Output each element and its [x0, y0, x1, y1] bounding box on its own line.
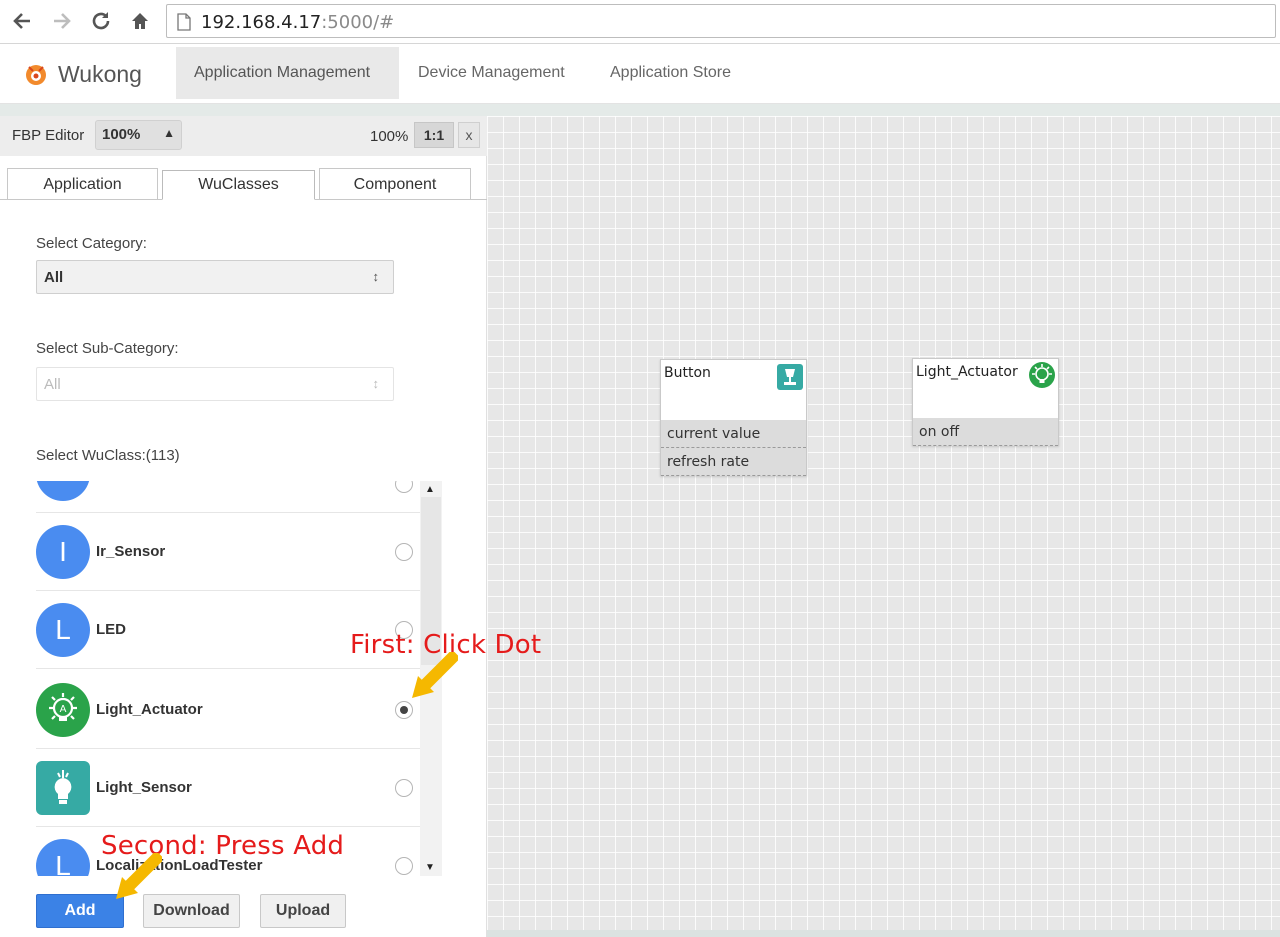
- tab-component[interactable]: Component: [319, 168, 471, 200]
- wuclass-name: Ir_Sensor: [96, 543, 166, 560]
- tab-application[interactable]: Application: [7, 168, 158, 200]
- wukong-logo-icon: [26, 65, 46, 85]
- letter-circle-icon: I: [36, 525, 90, 579]
- wuclass-radio[interactable]: [395, 779, 413, 797]
- zoom-select[interactable]: 100% ▲: [95, 120, 182, 150]
- fbp-canvas[interactable]: Button current value refresh rate Light_…: [487, 116, 1280, 930]
- nav-device-management[interactable]: Device Management: [400, 47, 583, 99]
- address-bar[interactable]: 192.168.4.17:5000/#: [166, 4, 1276, 38]
- wuclass-panel: Application WuClasses Component Select C…: [0, 156, 487, 937]
- home-icon: [132, 13, 148, 29]
- light-sensor-icon: [36, 761, 90, 815]
- node-title: Light_Actuator: [916, 364, 1018, 380]
- subcategory-select[interactable]: All ↕: [36, 367, 394, 401]
- node-property: refresh rate: [661, 448, 806, 476]
- wuclass-list: I Ir_Sensor L LED A Light_Actuator Light…: [36, 481, 420, 876]
- node-property: on off: [913, 418, 1058, 446]
- subcategory-label: Select Sub-Category:: [36, 340, 179, 357]
- subcategory-value: All: [44, 376, 61, 393]
- fbp-editor-label: FBP Editor: [12, 127, 85, 144]
- forward-button[interactable]: [48, 6, 76, 36]
- tab-wuclasses[interactable]: WuClasses: [162, 170, 315, 200]
- node-title: Button: [664, 365, 711, 381]
- app-navbar: Wukong Application Management Device Man…: [0, 44, 1280, 104]
- brand-name: Wukong: [58, 60, 142, 87]
- list-item[interactable]: A Light_Actuator: [36, 671, 420, 749]
- reload-button[interactable]: [87, 6, 115, 36]
- browser-toolbar: 192.168.4.17:5000/#: [0, 0, 1280, 44]
- nav-application-store[interactable]: Application Store: [592, 47, 749, 99]
- back-button[interactable]: [8, 6, 36, 36]
- brand[interactable]: Wukong: [24, 56, 142, 92]
- select-arrows-icon: ↕: [372, 269, 380, 284]
- back-arrow-icon: [13, 13, 30, 29]
- upload-button[interactable]: Upload: [260, 894, 346, 928]
- canvas-bottom-border: [487, 930, 1280, 937]
- light-actuator-icon: A: [36, 683, 90, 737]
- category-select[interactable]: All ↕: [36, 260, 394, 294]
- select-arrows-icon: ↕: [372, 376, 380, 391]
- wuclass-radio[interactable]: [395, 481, 413, 493]
- list-item[interactable]: Light_Sensor: [36, 749, 420, 827]
- forward-arrow-icon: [54, 13, 71, 29]
- arrow-icon: [412, 652, 458, 698]
- close-button[interactable]: x: [458, 122, 480, 148]
- url-host: 192.168.4.17: [201, 12, 322, 33]
- wuclass-radio[interactable]: [395, 543, 413, 561]
- url-text: 192.168.4.17:5000/#: [201, 12, 394, 33]
- light-actuator-node[interactable]: Light_Actuator on off: [912, 358, 1059, 446]
- wuclass-radio[interactable]: [395, 857, 413, 875]
- button-node[interactable]: Button current value refresh rate: [660, 359, 807, 476]
- zoom-percent: 100%: [370, 128, 409, 145]
- scroll-up-icon[interactable]: ▲: [425, 484, 435, 495]
- zoom-select-value: 100%: [102, 126, 141, 143]
- zoom-reset-button[interactable]: 1:1: [414, 122, 454, 148]
- arrow-icon: [116, 853, 162, 899]
- category-value: All: [44, 269, 64, 286]
- wuclass-label: Select WuClass:(113): [36, 447, 180, 464]
- reload-icon: [92, 12, 110, 30]
- select-arrows-icon: ▲: [163, 126, 175, 140]
- url-path: :5000/#: [321, 12, 395, 33]
- scroll-down-icon[interactable]: ▼: [425, 862, 435, 873]
- nav-application-management[interactable]: Application Management: [176, 47, 399, 99]
- editor-toolbar: FBP Editor 100% ▲ 100% 1:1 x: [0, 116, 487, 156]
- home-button[interactable]: [126, 6, 154, 36]
- node-property: current value: [661, 420, 806, 448]
- page-icon: [177, 13, 191, 31]
- category-label: Select Category:: [36, 235, 147, 252]
- list-item[interactable]: I Ir_Sensor: [36, 513, 420, 591]
- svg-text:A: A: [60, 704, 67, 715]
- light-actuator-icon: [1029, 362, 1055, 388]
- list-item[interactable]: [36, 481, 420, 513]
- add-button[interactable]: Add: [36, 894, 124, 928]
- wuclass-name: Light_Sensor: [96, 779, 192, 796]
- letter-circle-icon: L: [36, 839, 90, 876]
- wuclass-name: LED: [96, 621, 126, 638]
- wuclass-name: Light_Actuator: [96, 701, 203, 718]
- letter-circle-icon: [36, 481, 90, 501]
- nav-divider: [0, 104, 1280, 116]
- button-icon: [777, 364, 803, 390]
- letter-circle-icon: L: [36, 603, 90, 657]
